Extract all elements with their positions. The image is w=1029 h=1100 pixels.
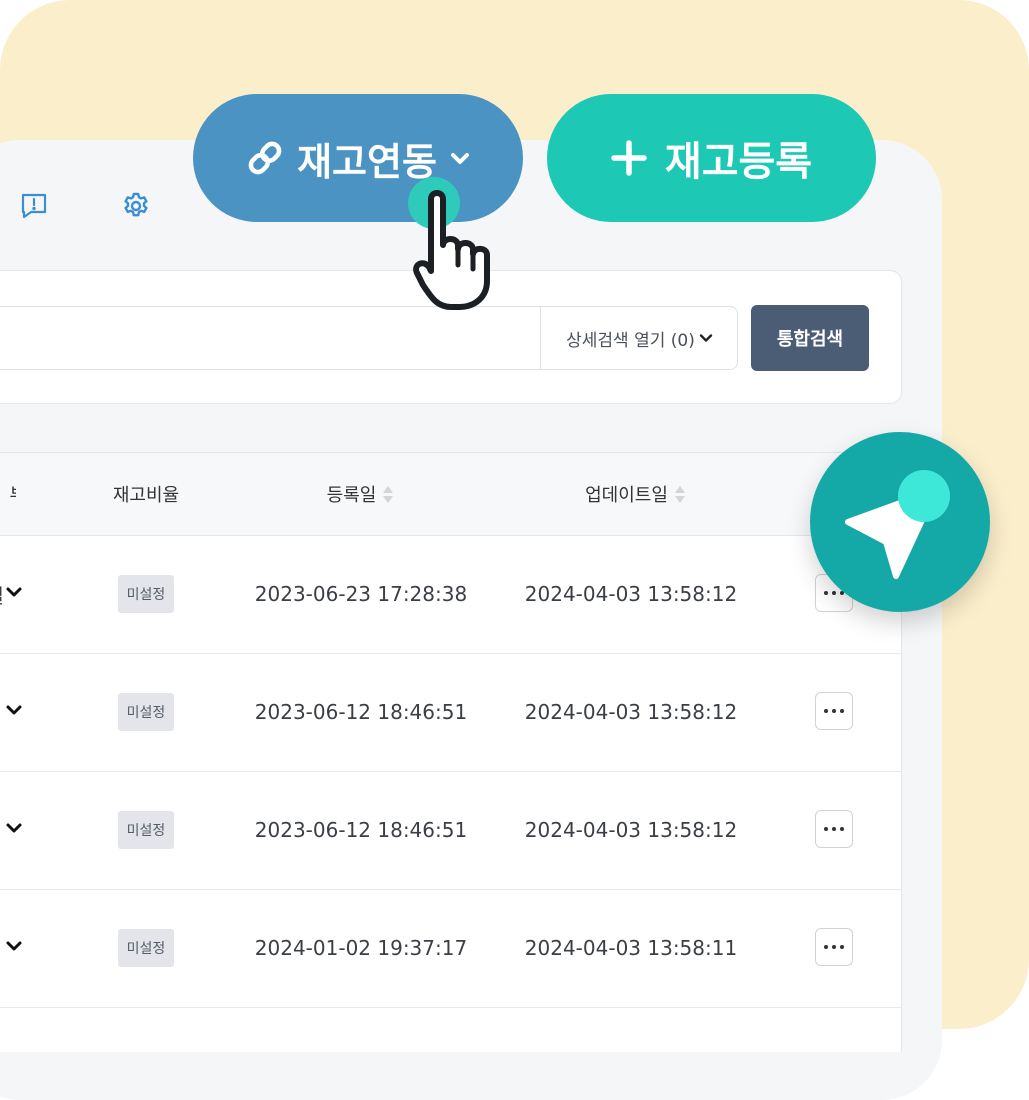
registered-date: 2023-06-12 18:46:51 xyxy=(254,818,468,842)
registered-date: 2023-06-23 17:28:38 xyxy=(254,582,468,606)
search-button[interactable]: 통합검색 xyxy=(751,305,869,371)
updated-date: 2024-04-03 13:58:12 xyxy=(524,700,738,724)
registered-date: 2023-06-12 18:46:51 xyxy=(254,700,468,724)
stock-register-button[interactable]: 재고등록 xyxy=(547,94,876,222)
link-icon xyxy=(248,141,282,175)
chevron-down-icon xyxy=(450,153,469,164)
table-header: 부 재고비율 등록일 업데이트일 xyxy=(0,453,902,536)
gear-icon[interactable] xyxy=(120,190,152,222)
sort-icon[interactable] xyxy=(383,485,394,503)
plus-icon xyxy=(611,140,647,176)
stock-link-label: 재고연동 xyxy=(297,139,437,184)
hand-cursor-icon xyxy=(413,190,490,310)
chevron-down-icon[interactable] xyxy=(5,583,23,601)
table-row: 미설정 2023-06-12 18:46:51 2024-04-03 13:58… xyxy=(0,771,902,890)
floating-action-button[interactable] xyxy=(810,432,990,612)
status-badge: 미설정 xyxy=(118,575,174,613)
column-header-registered[interactable]: 등록일 xyxy=(280,453,440,535)
chevron-down-icon[interactable] xyxy=(5,937,23,955)
updated-date: 2024-04-03 13:58:12 xyxy=(524,818,738,842)
column-header-stock-ratio: 재고비율 xyxy=(112,485,180,506)
column-header-updated[interactable]: 업데이트일 xyxy=(550,453,720,535)
status-badge: 미설정 xyxy=(118,811,174,849)
chevron-down-icon xyxy=(699,334,713,342)
registered-date: 2024-01-02 19:37:17 xyxy=(254,936,468,960)
column-header-partial: 부 xyxy=(0,453,16,535)
search-divider xyxy=(540,306,541,370)
updated-date: 2024-04-03 13:58:12 xyxy=(524,582,738,606)
status-badge: 미설정 xyxy=(118,929,174,967)
table-row: 미설정 2023-06-12 18:46:51 2024-04-03 13:58… xyxy=(0,653,902,772)
row-partial-text: 일 xyxy=(0,535,4,653)
chevron-down-icon[interactable] xyxy=(5,701,23,719)
table-row: 미설정 2024-01-02 19:37:17 2024-04-03 13:58… xyxy=(0,889,902,1008)
updated-date: 2024-04-03 13:58:11 xyxy=(524,936,738,960)
table-row: 일 미설정 2023-06-23 17:28:38 2024-04-03 13:… xyxy=(0,535,902,654)
sort-icon[interactable] xyxy=(674,485,685,503)
status-badge: 미설정 xyxy=(118,693,174,731)
advanced-search-label: 상세검색 열기 (0) xyxy=(566,330,695,351)
stock-table: 부 재고비율 등록일 업데이트일 일 미설정 2023-06-23 17:28:… xyxy=(0,452,902,1052)
feedback-icon[interactable] xyxy=(18,190,50,222)
more-options-button[interactable] xyxy=(815,928,853,966)
advanced-search-toggle[interactable]: 상세검색 열기 (0) xyxy=(542,306,737,370)
notification-dot xyxy=(898,470,950,522)
chevron-down-icon[interactable] xyxy=(5,819,23,837)
stock-register-label: 재고등록 xyxy=(664,139,813,185)
more-options-button[interactable] xyxy=(815,810,853,848)
more-options-button[interactable] xyxy=(815,692,853,730)
